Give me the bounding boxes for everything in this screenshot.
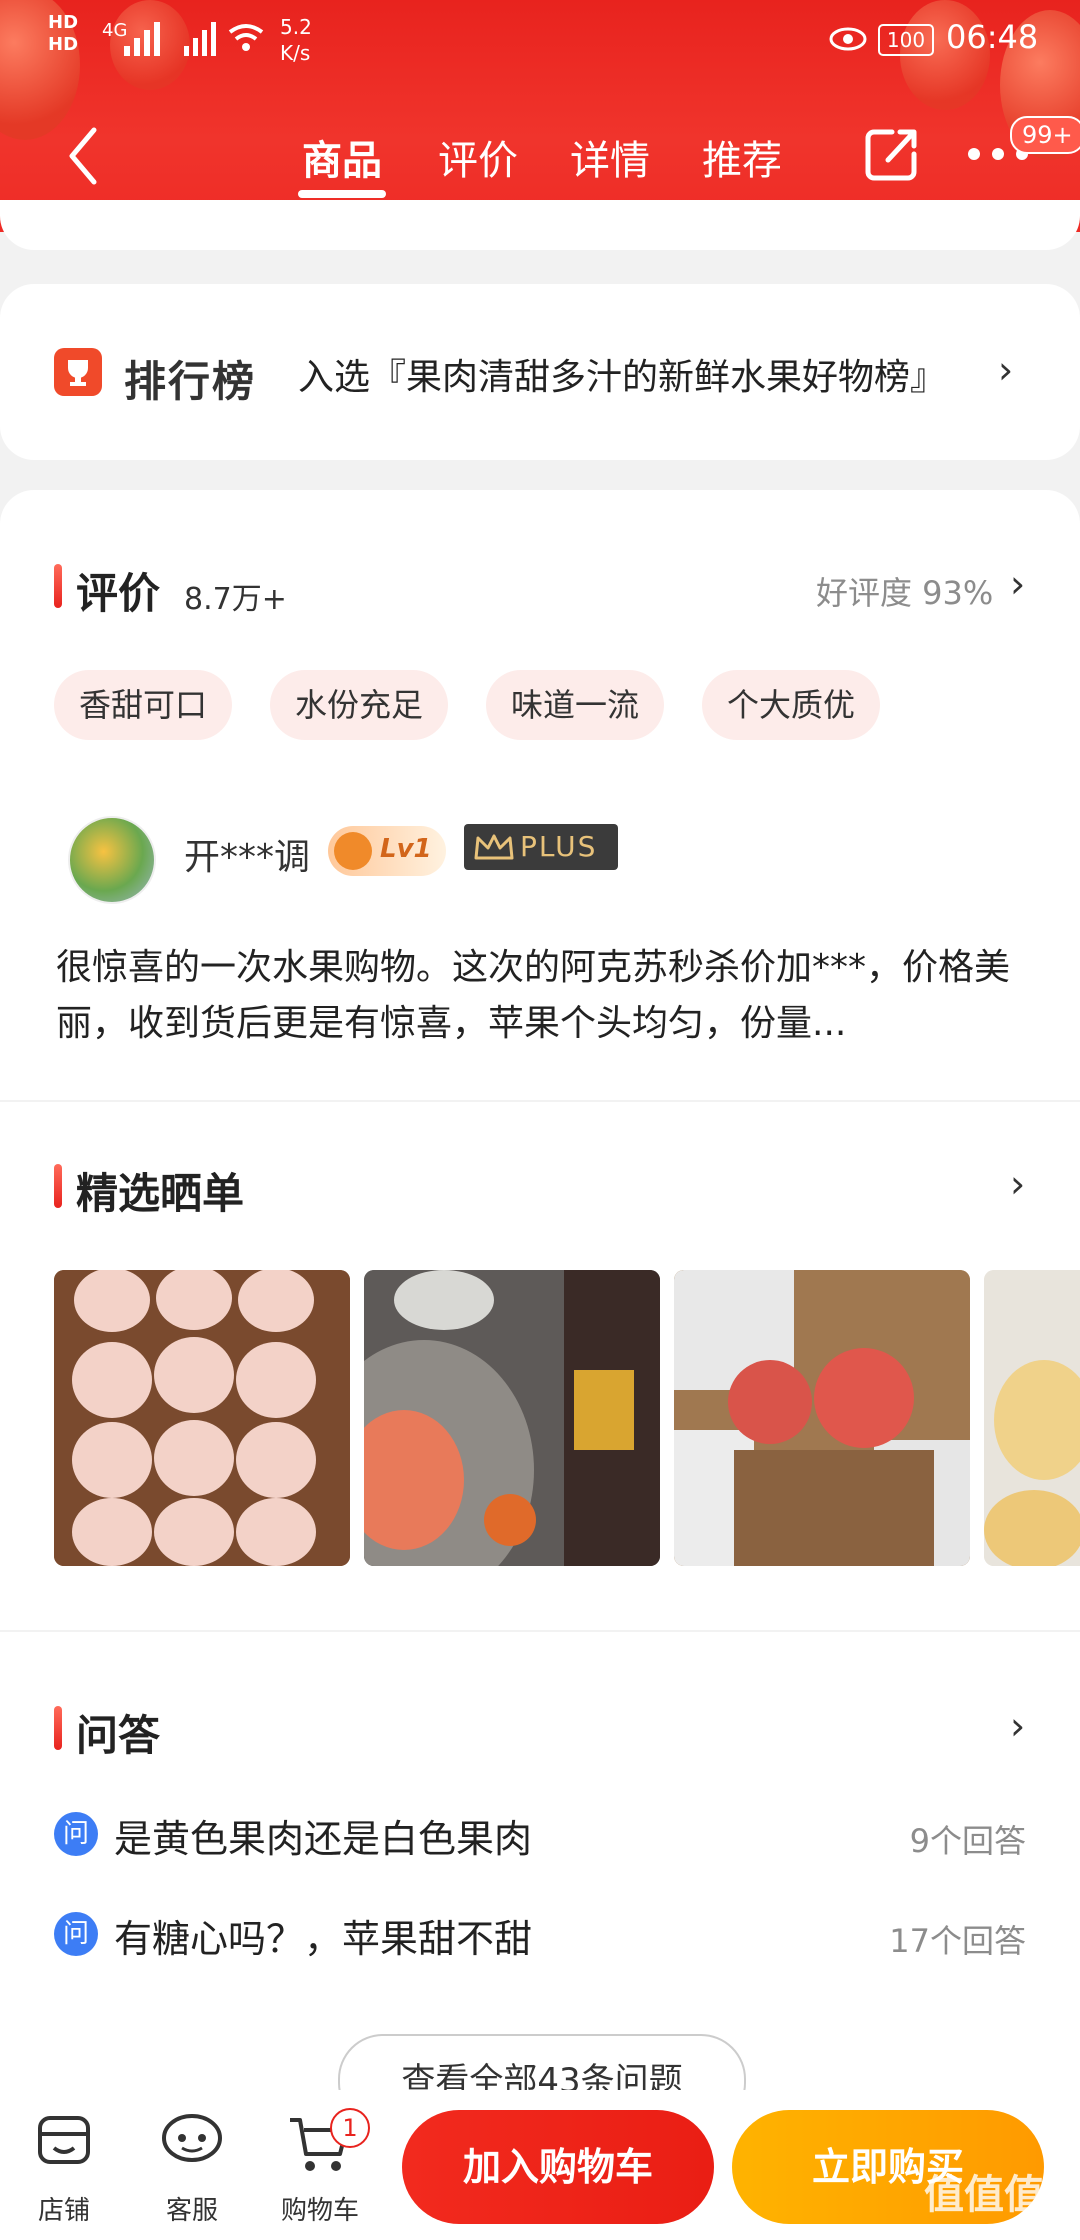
divider [0, 1100, 1080, 1102]
service-label[interactable]: 客服 [142, 2190, 242, 2227]
chevron-right-icon[interactable]: › [1010, 1704, 1025, 1748]
review-tag[interactable]: 味道一流 [486, 670, 664, 740]
qa-answer-count: 9个回答 [909, 1822, 1026, 1860]
section-marker [54, 564, 62, 608]
crown-icon [474, 834, 514, 860]
share-icon[interactable] [862, 124, 922, 184]
review-photo[interactable] [364, 1270, 660, 1566]
add-to-cart-button[interactable]: 加入购物车 [402, 2110, 714, 2224]
tab-recommend[interactable]: 推荐 [694, 128, 790, 184]
review-text[interactable]: 很惊喜的一次水果购物。这次的阿克苏秒杀价加***，价格美丽，收到货后更是有惊喜，… [56, 940, 1026, 1052]
reviewer-name: 开***调 [184, 837, 311, 878]
trophy-icon [54, 348, 102, 396]
eye-icon [829, 27, 867, 51]
signal-icon [184, 22, 216, 56]
level-badge: Lv1 [328, 826, 446, 876]
qa-question[interactable]: 是黄色果肉还是白色果肉 [114, 1808, 532, 1863]
qa-answer-count: 17个回答 [889, 1922, 1026, 1960]
tab-product[interactable]: 商品 [294, 128, 390, 184]
question-icon: 问 [54, 1812, 98, 1856]
qa-title: 问答 [76, 1711, 161, 1760]
store-label[interactable]: 店铺 [14, 2190, 114, 2227]
customer-service-icon[interactable] [160, 2112, 224, 2168]
chevron-right-icon[interactable]: › [1010, 1162, 1025, 1206]
cart-label[interactable]: 购物车 [270, 2190, 370, 2227]
ranking-title: 排行榜 [124, 357, 257, 406]
section-marker [54, 1706, 62, 1750]
review-tag[interactable]: 个大质优 [702, 670, 880, 740]
network-speed: 5.2 K/s [280, 15, 312, 65]
ranking-text: 入选『果肉清甜多汁的新鲜水果好物榜』 [298, 357, 947, 398]
watermark-logo: 值值值 [924, 2172, 1044, 2218]
chevron-right-icon: › [998, 348, 1014, 392]
plus-badge: PLUS [464, 824, 618, 870]
plus-label: PLUS [520, 830, 598, 863]
active-tab-indicator [298, 190, 386, 198]
review-photo[interactable] [54, 1270, 350, 1566]
question-icon: 问 [54, 1912, 98, 1956]
review-photo[interactable] [984, 1270, 1080, 1566]
previous-section-card [0, 200, 1080, 250]
cart-count-badge: 1 [330, 2108, 370, 2148]
level-label: Lv1 [380, 834, 432, 864]
clock: 06:48 [946, 18, 1039, 56]
reviews-title: 评价 [76, 569, 161, 618]
battery-icon: 100 [878, 24, 934, 56]
gallery-title: 精选晒单 [76, 1169, 245, 1218]
tab-reviews[interactable]: 评价 [430, 128, 526, 184]
hd-indicator: HD HD [48, 12, 79, 55]
back-icon[interactable] [64, 124, 104, 188]
avatar[interactable] [68, 816, 156, 904]
review-tag[interactable]: 香甜可口 [54, 670, 232, 740]
reviews-count: 8.7万+ [184, 582, 287, 617]
wifi-icon [228, 24, 264, 51]
review-photo[interactable] [674, 1270, 970, 1566]
signal-icon [124, 22, 160, 56]
positive-rating[interactable]: 好评度 93% [816, 568, 993, 614]
store-icon[interactable] [36, 2112, 92, 2168]
divider [0, 1630, 1080, 1632]
medal-icon [334, 832, 372, 870]
review-tag[interactable]: 水份充足 [270, 670, 448, 740]
message-badge: 99+ [1010, 116, 1080, 154]
tab-details[interactable]: 详情 [562, 128, 658, 184]
section-marker [54, 1164, 62, 1208]
qa-question[interactable]: 有糖心吗？，苹果甜不甜 [114, 1908, 532, 1963]
chevron-right-icon[interactable]: › [1010, 562, 1025, 606]
